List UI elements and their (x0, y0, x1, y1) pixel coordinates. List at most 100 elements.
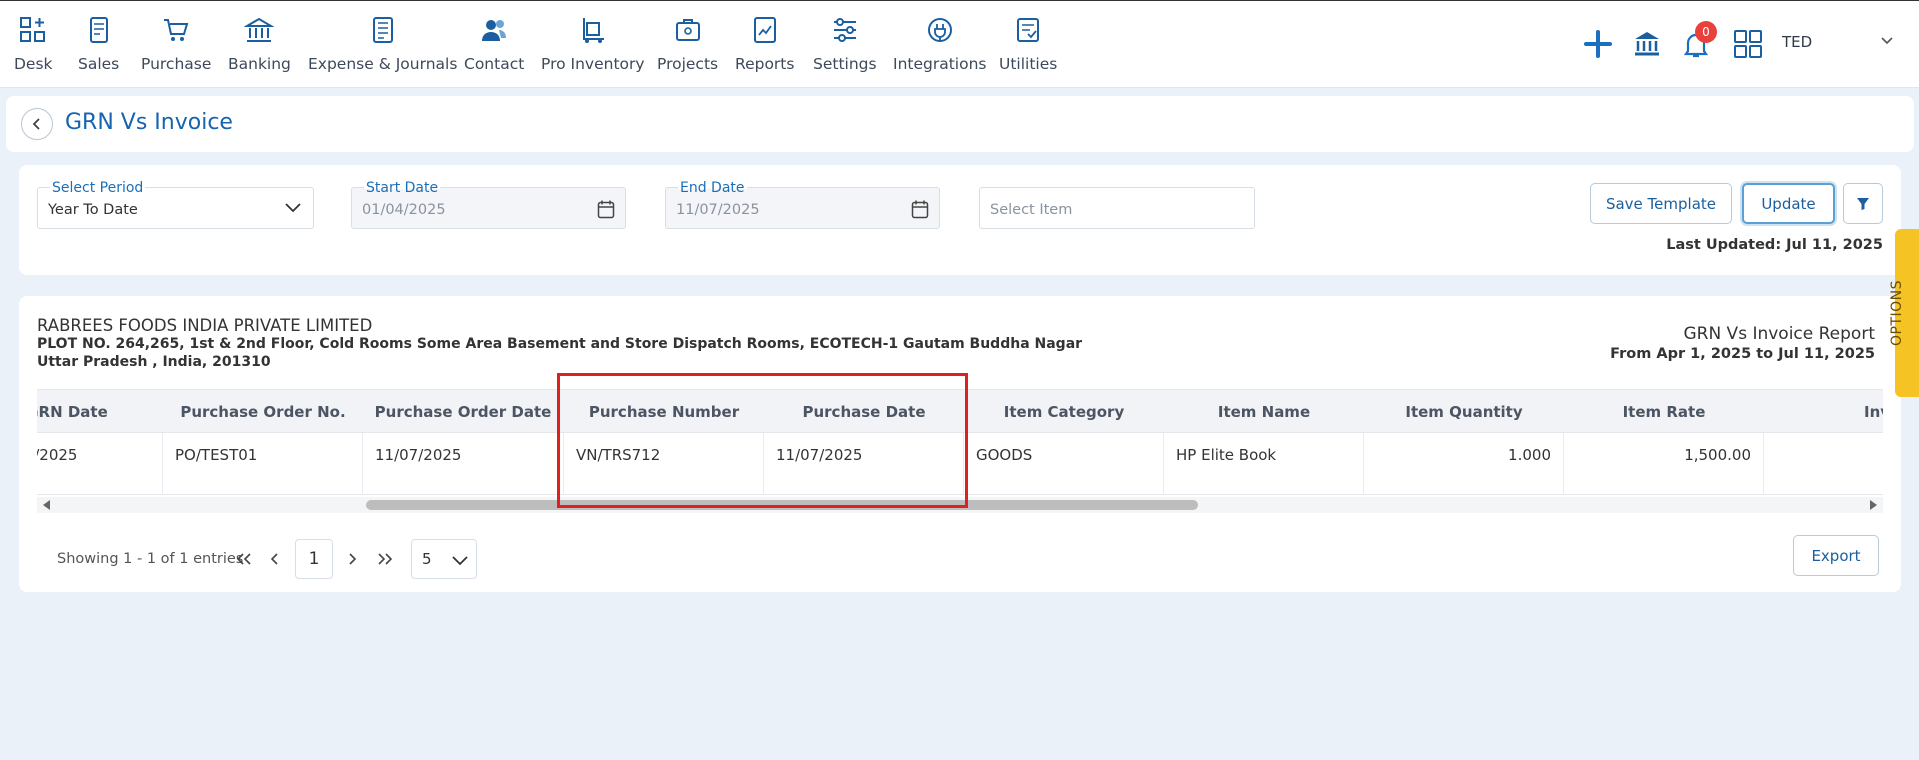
column-header[interactable]: Purchase Order Date (363, 390, 563, 434)
calendar-icon[interactable] (597, 199, 615, 219)
nav-settings[interactable]: Settings (813, 15, 877, 73)
horizontal-scrollbar[interactable] (37, 497, 1883, 513)
first-page-button[interactable] (229, 544, 259, 574)
period-select[interactable]: Select Period Year To Date (37, 180, 314, 229)
chevron-right-icon (349, 553, 357, 565)
projects-icon (675, 19, 700, 41)
options-tab-label[interactable]: OPTIONS (1889, 280, 1905, 346)
settings-icon (833, 18, 856, 42)
column-header[interactable]: Invoice No. (1764, 390, 1883, 434)
sales-icon (89, 17, 108, 43)
column-header[interactable]: GRN Date (37, 390, 142, 434)
cell-po-date: 11/07/2025 (363, 433, 564, 495)
save-template-button[interactable]: Save Template (1590, 183, 1732, 224)
nav-reports[interactable]: Reports (735, 15, 794, 73)
item-select[interactable]: Select Item (979, 187, 1255, 229)
last-updated: Last Updated: Jul 11, 2025 (1666, 237, 1883, 253)
company-address-line1: PLOT NO. 264,265, 1st & 2nd Floor, Cold … (37, 336, 1083, 352)
scroll-right-arrow-icon[interactable] (1870, 500, 1877, 510)
report-date-range: From Apr 1, 2025 to Jul 11, 2025 (1610, 346, 1875, 362)
end-date-label: End Date (678, 180, 747, 196)
period-label: Select Period (50, 180, 146, 196)
chevron-down-icon (285, 203, 301, 213)
cell-item-category: GOODS (964, 433, 1164, 495)
start-date-label: Start Date (364, 180, 441, 196)
nav-integrations[interactable]: Integrations (893, 15, 986, 73)
purchase-icon (164, 19, 189, 41)
previous-page-button[interactable] (260, 544, 290, 574)
column-header[interactable]: Purchase Order No. (163, 390, 363, 434)
column-header[interactable]: Item Rate (1564, 390, 1764, 434)
column-header[interactable]: Item Name (1164, 390, 1364, 434)
cell-grn-date: 11/07/2025 (37, 433, 163, 495)
integrations-icon (927, 18, 952, 42)
top-navigation: Desk Sales Purchase Banking Expense & Jo… (0, 0, 1919, 88)
nav-projects[interactable]: Projects (657, 15, 718, 73)
filter-panel: Select Period Year To Date Start Date 01… (19, 165, 1901, 275)
page-size-select[interactable]: 5 (411, 539, 477, 579)
cell-purchase-date: 11/07/2025 (764, 433, 964, 495)
current-page[interactable]: 1 (295, 539, 333, 579)
export-button[interactable]: Export (1793, 535, 1879, 576)
chevrons-left-icon (236, 553, 251, 565)
user-name[interactable]: TED (1782, 33, 1812, 51)
report-panel: RABREES FOODS INDIA PRIVATE LIMITED PLOT… (19, 296, 1901, 592)
end-date-field[interactable]: End Date 11/07/2025 (665, 180, 940, 229)
scroll-left-arrow-icon[interactable] (43, 500, 50, 510)
end-date-value: 11/07/2025 (676, 202, 760, 218)
chevron-down-icon (452, 556, 468, 566)
filter-icon (1857, 197, 1869, 210)
next-page-button[interactable] (337, 544, 367, 574)
column-header[interactable]: Purchase Date (764, 390, 964, 434)
nav-purchase[interactable]: Purchase (141, 15, 211, 73)
chevron-left-icon (270, 553, 278, 565)
pagination-summary: Showing 1 - 1 of 1 entries (57, 551, 244, 567)
nav-label: Settings (813, 55, 877, 73)
nav-label: Expense & Journals (308, 55, 458, 73)
filter-button[interactable] (1843, 183, 1883, 224)
back-button[interactable] (21, 108, 53, 140)
nav-contact[interactable]: Contact (464, 15, 524, 73)
last-page-button[interactable] (370, 544, 400, 574)
company-name: RABREES FOODS INDIA PRIVATE LIMITED (37, 316, 373, 335)
update-button[interactable]: Update (1742, 183, 1835, 224)
reports-icon (753, 17, 776, 43)
nav-label: Integrations (893, 55, 987, 73)
nav-expense-journals[interactable]: Expense & Journals (308, 15, 457, 73)
nav-banking[interactable]: Banking (228, 15, 291, 73)
nav-label: Projects (657, 55, 719, 73)
page-size-value: 5 (422, 550, 432, 568)
chevron-left-icon (32, 118, 40, 130)
page-title: GRN Vs Invoice (65, 110, 233, 135)
apps-grid-icon[interactable] (1733, 29, 1763, 59)
nav-sales[interactable]: Sales (78, 15, 119, 73)
nav-label: Desk (14, 55, 53, 73)
period-value: Year To Date (48, 202, 138, 218)
nav-label: Banking (228, 55, 291, 73)
column-header[interactable]: Item Quantity (1364, 390, 1564, 434)
scrollbar-thumb[interactable] (366, 500, 1198, 510)
column-header[interactable]: Purchase Number (564, 390, 764, 434)
column-header[interactable]: Item Category (964, 390, 1164, 434)
nav-pro-inventory[interactable]: Pro Inventory (541, 15, 645, 73)
table-row[interactable]: 11/07/2025 PO/TEST01 11/07/2025 VN/TRS71… (37, 433, 1883, 495)
nav-label: Reports (735, 55, 795, 73)
cell-item-name: HP Elite Book (1164, 433, 1364, 495)
nav-utilities[interactable]: Utilities (999, 15, 1057, 73)
chevrons-right-icon (378, 553, 393, 565)
cell-po-number: PO/TEST01 (163, 433, 363, 495)
report-table: GRN Date Purchase Order No. Purchase Ord… (37, 389, 1883, 501)
cell-invoice-no (1764, 433, 1883, 495)
calendar-icon[interactable] (911, 199, 929, 219)
report-name: GRN Vs Invoice Report (1683, 324, 1875, 344)
table-header: GRN Date Purchase Order No. Purchase Ord… (37, 389, 1883, 433)
chevron-down-icon[interactable] (1880, 35, 1894, 45)
add-icon[interactable] (1583, 29, 1613, 59)
company-address-line2: Uttar Pradesh , India, 201310 (37, 354, 271, 370)
nav-label: Sales (78, 55, 120, 73)
start-date-value: 01/04/2025 (362, 202, 446, 218)
nav-desk[interactable]: Desk (14, 15, 53, 73)
bank-building-icon[interactable] (1632, 29, 1662, 59)
start-date-field[interactable]: Start Date 01/04/2025 (351, 180, 626, 229)
page-header: GRN Vs Invoice (6, 96, 1914, 152)
